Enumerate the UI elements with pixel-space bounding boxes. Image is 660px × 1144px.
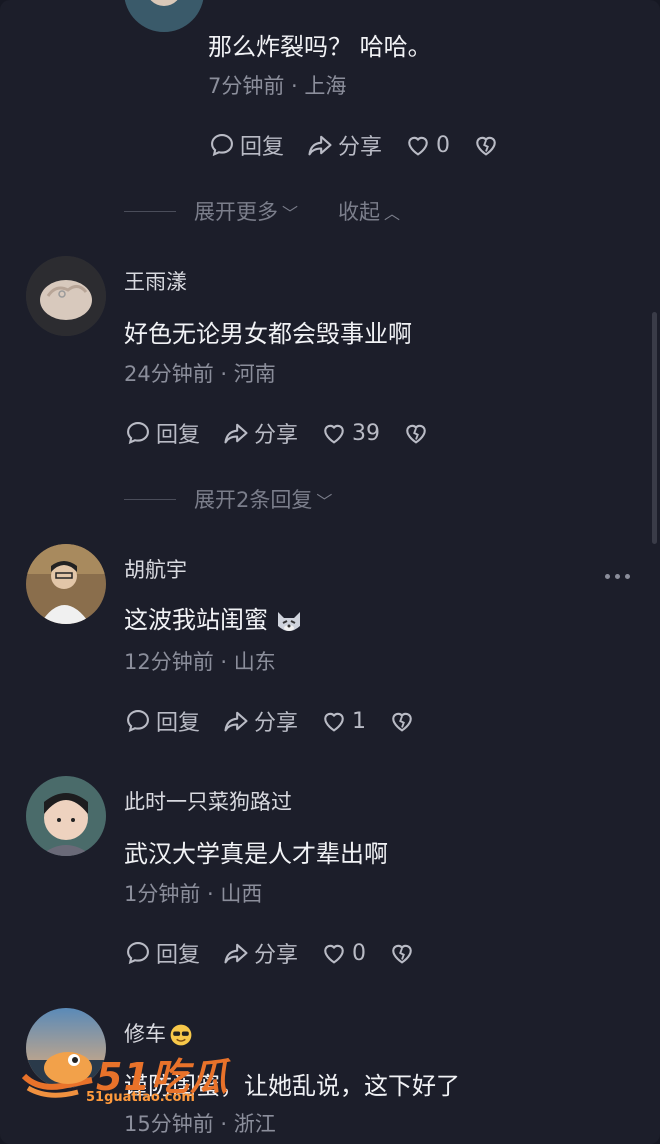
divider-line (124, 498, 176, 500)
reply-button[interactable]: 回复 (124, 705, 200, 737)
like-button[interactable]: 0 (320, 939, 366, 967)
like-button[interactable]: 39 (320, 419, 380, 447)
like-button[interactable]: 1 (320, 707, 366, 735)
scrollbar[interactable] (652, 312, 657, 544)
comment-bubble-icon (127, 710, 149, 733)
share-button[interactable]: 分享 (222, 937, 298, 969)
expand-more-button[interactable]: 展开更多 ﹀ (194, 196, 298, 226)
reply-expand-row: 展开2条回复 ﹀ (124, 484, 332, 514)
comment-bubble-icon (127, 422, 149, 445)
dislike-button[interactable] (388, 939, 416, 967)
expand-replies-button[interactable]: 展开2条回复 ﹀ (194, 484, 332, 514)
share-label: 分享 (338, 135, 383, 160)
share-label: 分享 (254, 423, 299, 448)
reply-label: 回复 (156, 711, 201, 736)
comment-actions: 回复 分享 39 (124, 418, 452, 448)
avatar[interactable] (26, 776, 106, 856)
like-count: 0 (352, 940, 367, 966)
comment-meta: 12分钟前 · 山东 (124, 650, 276, 674)
avatar[interactable] (26, 544, 106, 624)
username[interactable]: 王雨漾 (124, 266, 187, 296)
comment-actions: 回复 分享 0 (208, 130, 522, 160)
reply-label: 回复 (156, 943, 201, 968)
comment-text: 这波我站闺蜜 (124, 606, 268, 634)
divider-line (124, 210, 176, 212)
wolf-emoji-icon (278, 612, 300, 631)
username[interactable]: 胡航宇 (124, 554, 187, 584)
comments-panel: 那么炸裂吗？ 哈哈。 7分钟前 · 上海 回复 分享 0 展开更多 ﹀ 收起 ︿ 王… (0, 0, 660, 1144)
comment-meta: 1分钟前 · 山西 (124, 882, 263, 906)
share-arrow-icon (224, 711, 248, 732)
like-count: 39 (352, 420, 381, 446)
comment-bubble-icon (211, 134, 233, 157)
comment-meta: 7分钟前 · 上海 (208, 74, 347, 98)
expand-more-label: 展开更多 (194, 200, 278, 224)
like-count: 1 (352, 708, 367, 734)
like-count: 0 (436, 132, 451, 158)
share-button[interactable]: 分享 (222, 417, 298, 449)
share-arrow-icon (224, 423, 248, 444)
broken-heart-icon (392, 944, 412, 964)
watermark-url: 51guatiao.com (86, 1090, 195, 1105)
heart-icon (324, 712, 344, 732)
chevron-up-icon: ︿ (384, 204, 401, 223)
chevron-down-icon: ﹀ (316, 492, 333, 511)
like-button[interactable]: 0 (404, 131, 450, 159)
comment-meta: 15分钟前 · 浙江 (124, 1112, 276, 1136)
heart-icon (408, 136, 428, 156)
reply-button[interactable]: 回复 (208, 129, 284, 161)
reply-expand-row: 展开更多 ﹀ 收起 ︿ (124, 196, 400, 226)
comment-text: 武汉大学真是人才辈出啊 (124, 840, 388, 868)
broken-heart-icon (392, 712, 412, 732)
share-button[interactable]: 分享 (222, 705, 298, 737)
comment-actions: 回复 分享 1 (124, 706, 438, 736)
broken-heart-icon (476, 136, 496, 156)
dislike-button[interactable] (388, 707, 416, 735)
reply-button[interactable]: 回复 (124, 937, 200, 969)
heart-icon (324, 944, 344, 964)
dislike-button[interactable] (402, 419, 430, 447)
share-arrow-icon (224, 943, 248, 964)
reply-label: 回复 (156, 423, 201, 448)
comment-text-row: 这波我站闺蜜 (124, 600, 304, 636)
comment-bubble-icon (127, 942, 149, 965)
more-dots-icon[interactable] (605, 574, 630, 579)
collapse-label: 收起 (338, 200, 381, 224)
reply-label: 回复 (240, 135, 285, 160)
dislike-button[interactable] (472, 131, 500, 159)
reply-button[interactable]: 回复 (124, 417, 200, 449)
share-label: 分享 (254, 711, 299, 736)
share-arrow-icon (308, 135, 332, 156)
collapse-button[interactable]: 收起 ︿ (338, 196, 400, 226)
comment-text: 好色无论男女都会毁事业啊 (124, 320, 412, 348)
broken-heart-icon (406, 424, 426, 444)
comment-actions: 回复 分享 0 (124, 938, 438, 968)
chevron-down-icon: ﹀ (282, 204, 299, 223)
expand-replies-label: 展开2条回复 (194, 488, 313, 512)
avatar[interactable] (124, 0, 204, 32)
share-label: 分享 (254, 943, 299, 968)
comment-meta: 24分钟前 · 河南 (124, 362, 276, 386)
avatar[interactable] (26, 256, 106, 336)
heart-icon (324, 424, 344, 444)
username[interactable]: 此时一只菜狗路过 (124, 786, 292, 816)
share-button[interactable]: 分享 (306, 129, 382, 161)
comment-text: 那么炸裂吗？ 哈哈。 (208, 33, 432, 61)
